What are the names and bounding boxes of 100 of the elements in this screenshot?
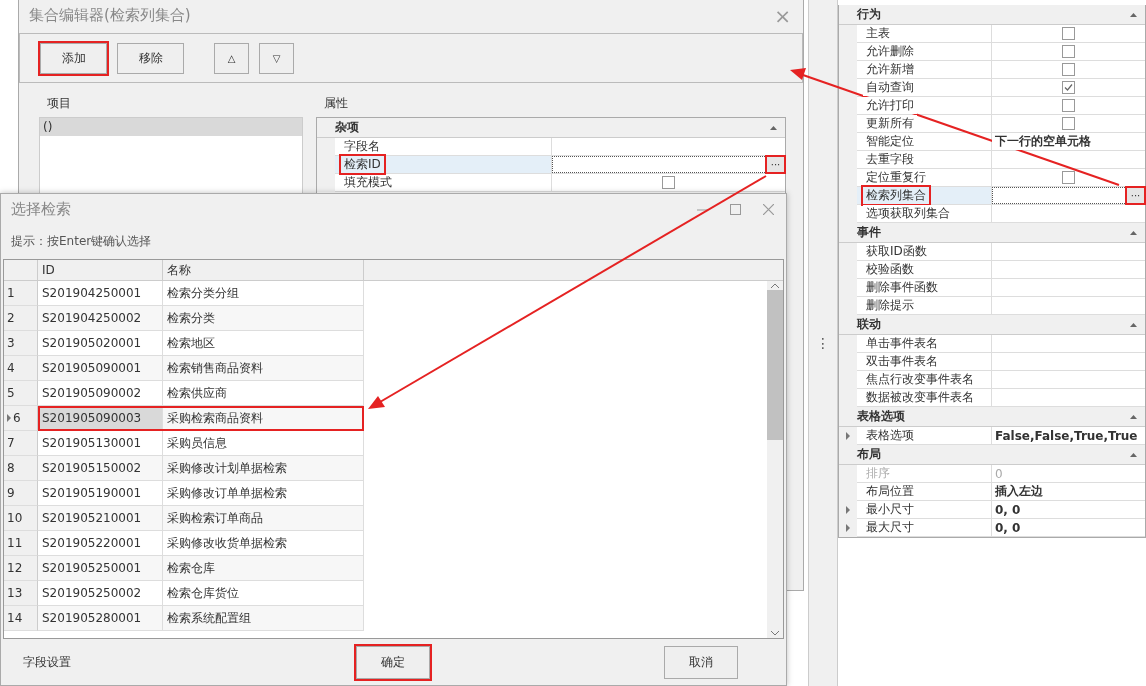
- dialog-button[interactable]: 取消: [664, 645, 738, 679]
- current-row-icon: [7, 414, 11, 422]
- table-cell: 检索分类: [163, 306, 364, 331]
- value-field[interactable]: ···: [991, 187, 1145, 204]
- row-header-cell: [838, 25, 857, 43]
- row-header-cell: [317, 138, 335, 156]
- category-header[interactable]: 杂项: [317, 118, 785, 138]
- toolbar-button[interactable]: 添加: [40, 42, 107, 74]
- category-header[interactable]: 联动: [838, 315, 1145, 335]
- field-settings-label[interactable]: 字段设置: [23, 653, 71, 671]
- table-row[interactable]: S201905090001 检索销售商品资料: [38, 356, 364, 381]
- row-number: 11: [4, 531, 38, 556]
- row-number: 6: [4, 406, 38, 431]
- table-cell: S201905090003: [38, 406, 163, 431]
- table-cell: 检索销售商品资料: [163, 356, 364, 381]
- scrollbar[interactable]: [767, 281, 783, 638]
- category-header[interactable]: 布局: [838, 445, 1145, 465]
- row-number: 12: [4, 556, 38, 581]
- row-header-cell: [838, 465, 857, 483]
- expand-arrow-icon[interactable]: [845, 432, 850, 440]
- property-name: 填充模式: [343, 174, 393, 191]
- column-header[interactable]: ID: [38, 260, 163, 280]
- property-value: 插入左边: [991, 483, 1043, 500]
- section-label: 属性: [323, 95, 349, 111]
- window-title: 集合编辑器(检索列集合): [29, 6, 191, 25]
- maximize-icon[interactable]: [730, 204, 741, 215]
- checkbox[interactable]: [1061, 81, 1075, 94]
- category-header[interactable]: 表格选项: [838, 407, 1145, 427]
- row-number: 7: [4, 431, 38, 456]
- collapse-arrow-icon[interactable]: [1130, 452, 1137, 457]
- checkbox[interactable]: [1061, 99, 1075, 112]
- splitter-grip[interactable]: ⋮: [815, 336, 830, 350]
- collapse-arrow-icon[interactable]: [1130, 322, 1137, 327]
- table-cell: 检索系统配置组: [163, 606, 364, 631]
- window-title: 选择检索: [11, 200, 71, 219]
- list-item[interactable]: (): [40, 118, 302, 136]
- scroll-down-icon[interactable]: [771, 631, 779, 636]
- property-value: 下一行的空单元格: [991, 133, 1091, 150]
- collapse-arrow-icon[interactable]: [1130, 414, 1137, 419]
- checkbox[interactable]: [1061, 63, 1075, 76]
- collapse-arrow-icon[interactable]: [1130, 12, 1137, 17]
- column-header[interactable]: 名称: [163, 260, 364, 280]
- row-number: 10: [4, 506, 38, 531]
- row-number: 9: [4, 481, 38, 506]
- row-number: 3: [4, 331, 38, 356]
- table-row[interactable]: S201905210001 采购检索订单商品: [38, 506, 364, 531]
- toolbar-button[interactable]: 移除: [117, 42, 184, 74]
- checkbox[interactable]: [1061, 27, 1075, 40]
- table-cell: S201905210001: [38, 506, 163, 531]
- table-cell: S201904250002: [38, 306, 163, 331]
- property-name: 允许打印: [862, 97, 917, 114]
- table-cell: 采购检索订单商品: [163, 506, 364, 531]
- splitter-bar[interactable]: ⋮: [808, 0, 838, 686]
- move-button[interactable]: ▽: [259, 42, 294, 74]
- value-field[interactable]: ···: [552, 156, 785, 173]
- checkbox[interactable]: [1061, 45, 1075, 58]
- table-row[interactable]: S201905280001 检索系统配置组: [38, 606, 364, 631]
- row-number: 5: [4, 381, 38, 406]
- table-cell: 采购检索商品资料: [163, 406, 364, 431]
- table-cell: S201905090001: [38, 356, 163, 381]
- expand-arrow-icon[interactable]: [845, 506, 850, 514]
- row-number: 1: [4, 281, 38, 306]
- table-row[interactable]: S201905090002 检索供应商: [38, 381, 364, 406]
- table-cell: 检索仓库: [163, 556, 364, 581]
- section-label: 项目: [46, 95, 72, 111]
- checkbox[interactable]: [662, 176, 675, 189]
- highlighted-row[interactable]: S201905090003 采购检索商品资料: [38, 406, 364, 431]
- property-name: 字段名: [343, 138, 381, 155]
- checkbox[interactable]: [1061, 117, 1075, 130]
- row-number: 14: [4, 606, 38, 631]
- table-cell: S201905090002: [38, 381, 163, 406]
- table-row[interactable]: S201904250002 检索分类: [38, 306, 364, 331]
- table-cell: S201905280001: [38, 606, 163, 631]
- ellipsis-button[interactable]: ···: [1127, 188, 1144, 203]
- table-row[interactable]: S201905150002 采购修改计划单据检索: [38, 456, 364, 481]
- checkbox[interactable]: [1061, 171, 1075, 184]
- ellipsis-button[interactable]: ···: [767, 157, 784, 172]
- row-header-cell: [838, 243, 857, 261]
- row-number: 2: [4, 306, 38, 331]
- category-header[interactable]: 行为: [838, 5, 1145, 25]
- table-row[interactable]: S201905250001 检索仓库: [38, 556, 364, 581]
- scroll-up-icon[interactable]: [771, 283, 779, 288]
- dialog-button[interactable]: 确定: [356, 645, 430, 679]
- expand-arrow-icon[interactable]: [845, 524, 850, 532]
- collapse-arrow-icon[interactable]: [1130, 230, 1137, 235]
- scrollbar-thumb[interactable]: [767, 290, 783, 440]
- row-header-cell: [838, 335, 857, 353]
- collapse-arrow-icon[interactable]: [770, 125, 777, 130]
- row-number: 4: [4, 356, 38, 381]
- table-cell: S201905150002: [38, 456, 163, 481]
- row-number: 13: [4, 581, 38, 606]
- table-cell: 检索供应商: [163, 381, 364, 406]
- table-cell: 采购修改计划单据检索: [163, 456, 364, 481]
- row-number: 8: [4, 456, 38, 481]
- move-button[interactable]: △: [214, 42, 249, 74]
- table-cell: S201905250001: [38, 556, 163, 581]
- hint-text: 提示：按Enter键确认选择: [10, 233, 153, 250]
- category-header[interactable]: 事件: [838, 223, 1145, 243]
- close-icon[interactable]: [763, 204, 774, 215]
- property-name: 检索ID: [341, 156, 384, 173]
